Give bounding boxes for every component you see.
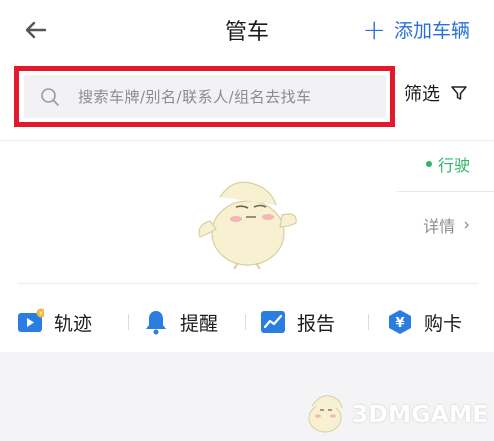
divider [0,140,494,141]
chart-icon [261,311,285,333]
search-highlight-box: 搜索车牌/别名/联系人/组名去找车 [14,66,395,127]
track-button[interactable]: ¥ 轨迹 [16,300,92,344]
search-input[interactable]: 搜索车牌/别名/联系人/组名去找车 [24,75,386,118]
plus-icon: + [362,12,386,46]
divider [128,314,129,330]
bell-icon [146,311,166,335]
status-dot-icon [425,161,432,167]
details-link[interactable]: 详情 › [423,213,470,237]
yen-icon: ¥ [389,310,411,334]
report-label: 报告 [297,312,336,335]
divider [245,314,246,330]
buy-card-label: 购卡 [424,312,463,335]
search-icon [41,87,59,106]
track-label: 轨迹 [54,312,93,335]
svg-text:¥: ¥ [39,311,43,318]
divider [18,283,478,284]
add-vehicle-button[interactable]: + 添加车辆 [362,12,470,46]
reminder-label: 提醒 [180,312,219,335]
play-icon: ¥ [18,308,44,332]
chevron-right-icon: › [463,215,470,235]
watermark-mascot-icon [308,395,343,433]
filter-button[interactable]: 筛选 [404,80,468,106]
divider [397,191,494,192]
details-label: 详情 [423,217,456,236]
divider [368,314,369,330]
mascot-illustration [198,181,297,270]
filter-label: 筛选 [404,84,440,105]
search-placeholder: 搜索车牌/别名/联系人/组名去找车 [78,88,312,106]
reminder-button[interactable]: 提醒 [142,300,218,344]
status-badge: 行驶 [425,152,470,176]
filter-funnel-icon [451,86,467,100]
status-label: 行驶 [437,156,470,175]
svg-text:¥: ¥ [395,316,404,331]
watermark: 3DMGAME [300,388,490,438]
buy-card-button[interactable]: ¥ 购卡 [386,300,462,344]
action-bar: ¥ 轨迹 提醒 报告 ¥ 购卡 [0,300,494,344]
report-button[interactable]: 报告 [259,300,335,344]
watermark-text: 3DMGAME [352,402,489,428]
add-vehicle-label: 添加车辆 [393,20,470,42]
